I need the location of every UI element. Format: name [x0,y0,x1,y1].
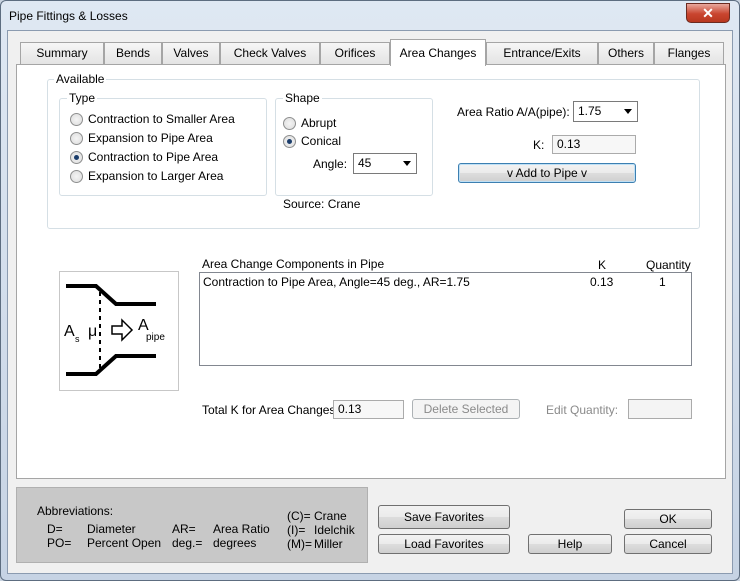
radio-conical[interactable] [283,135,296,148]
tab-check-valves[interactable]: Check Valves [220,42,320,65]
delete-selected-button[interactable]: Delete Selected [412,399,520,419]
quantity-column-header: Quantity [646,258,691,272]
save-favorites-button[interactable]: Save Favorites [378,505,510,529]
abbr-value-po: Percent Open [87,536,162,550]
option-abrupt-label: Abrupt [301,116,337,130]
shape-label: Shape [283,91,322,105]
diagram-as-sub: s [75,334,80,344]
abbr-value-miller: Miller [314,537,343,551]
tab-orifices[interactable]: Orifices [320,42,390,65]
total-k-label: Total K for Area Changes: [202,403,339,417]
diagram-as-label: A [64,323,75,340]
radio-contraction-smaller[interactable] [70,113,83,126]
radio-expansion-pipe[interactable] [70,132,83,145]
abbr-key-po: PO= [47,536,72,550]
tab-flanges[interactable]: Flanges [654,42,724,65]
help-button[interactable]: Help [528,534,612,554]
abbr-key-crane: (C)= [287,509,311,523]
edit-quantity-label: Edit Quantity: [546,403,619,417]
available-label: Available [54,72,107,86]
source-label: Source: Crane [283,197,361,211]
angle-select[interactable]: 45 [353,153,417,174]
abbr-value-ar: Area Ratio [213,522,270,536]
tab-area-changes[interactable]: Area Changes [390,39,486,66]
chevron-down-icon [403,161,411,166]
abbr-key-deg: deg.= [172,536,203,550]
tab-summary[interactable]: Summary [20,42,104,65]
tab-bends[interactable]: Bends [104,42,162,65]
tab-strip: Summary Bends Valves Check Valves Orific… [16,39,726,66]
k-label: K: [533,138,545,152]
total-k-field: 0.13 [333,400,404,419]
option-conical-label: Conical [301,134,342,148]
contraction-diagram: A s μ A pipe [59,271,179,391]
row-description: Contraction to Pipe Area, Angle=45 deg.,… [203,275,470,289]
row-k: 0.13 [590,275,614,289]
radio-contraction-pipe[interactable] [70,151,83,164]
k-column-header: K [598,258,607,272]
abbr-key-d: D= [47,522,63,536]
tab-valves[interactable]: Valves [162,42,220,65]
table-row[interactable]: Contraction to Pipe Area, Angle=45 deg.,… [200,273,691,291]
abbreviations-title: Abbreviations: [37,504,114,518]
radio-expansion-larger[interactable] [70,170,83,183]
area-changes-panel: Available Type Contraction to Smaller Ar… [16,64,726,479]
ok-button[interactable]: OK [624,509,712,529]
type-label: Type [67,91,98,105]
tab-others[interactable]: Others [598,42,654,65]
diagram-apipe-sub: pipe [146,332,165,343]
tab-entrance-exits[interactable]: Entrance/Exits [486,42,598,65]
abbr-value-d: Diameter [87,522,136,536]
shape-group [275,98,433,196]
abbr-key-ar: AR= [172,522,196,536]
option-contraction-smaller-label: Contraction to Smaller Area [88,112,235,126]
abbreviations-panel: Abbreviations: D= Diameter PO= Percent O… [16,487,368,563]
add-to-pipe-button[interactable]: v Add to Pipe v [458,163,636,183]
area-ratio-select[interactable]: 1.75 [573,101,638,122]
radio-abrupt[interactable] [283,117,296,130]
components-list[interactable]: Contraction to Pipe Area, Angle=45 deg.,… [199,272,692,366]
abbr-value-idelchik: Idelchik [314,523,355,537]
close-button[interactable]: ✕ [686,3,730,23]
angle-label: Angle: [313,157,348,171]
option-contraction-pipe-label: Contraction to Pipe Area [88,150,219,164]
angle-value: 45 [358,156,372,170]
window-title: Pipe Fittings & Losses [9,9,128,23]
option-expansion-larger-label: Expansion to Larger Area [88,169,224,183]
area-ratio-label: Area Ratio A/A(pipe): [457,105,570,119]
abbr-key-miller: (M)= [287,537,312,551]
dialog-client: Summary Bends Valves Check Valves Orific… [7,30,733,574]
row-quantity: 1 [659,275,666,289]
diagram-mu-label: μ [88,323,97,340]
abbr-value-deg: degrees [213,536,257,550]
option-expansion-pipe-label: Expansion to Pipe Area [88,131,213,145]
area-ratio-value: 1.75 [578,104,602,118]
cancel-button[interactable]: Cancel [624,534,712,554]
contraction-diagram-icon: A s μ A pipe [64,284,165,376]
load-favorites-button[interactable]: Load Favorites [378,534,510,554]
pipe-fittings-window: Pipe Fittings & Losses ✕ Summary Bends V… [0,0,740,581]
components-title: Area Change Components in Pipe [202,257,385,271]
abbr-value-crane: Crane [314,509,347,523]
abbr-key-idelchik: (I)= [287,523,306,537]
k-field[interactable]: 0.13 [552,135,636,154]
chevron-down-icon [624,109,632,114]
edit-quantity-field[interactable] [628,399,692,419]
